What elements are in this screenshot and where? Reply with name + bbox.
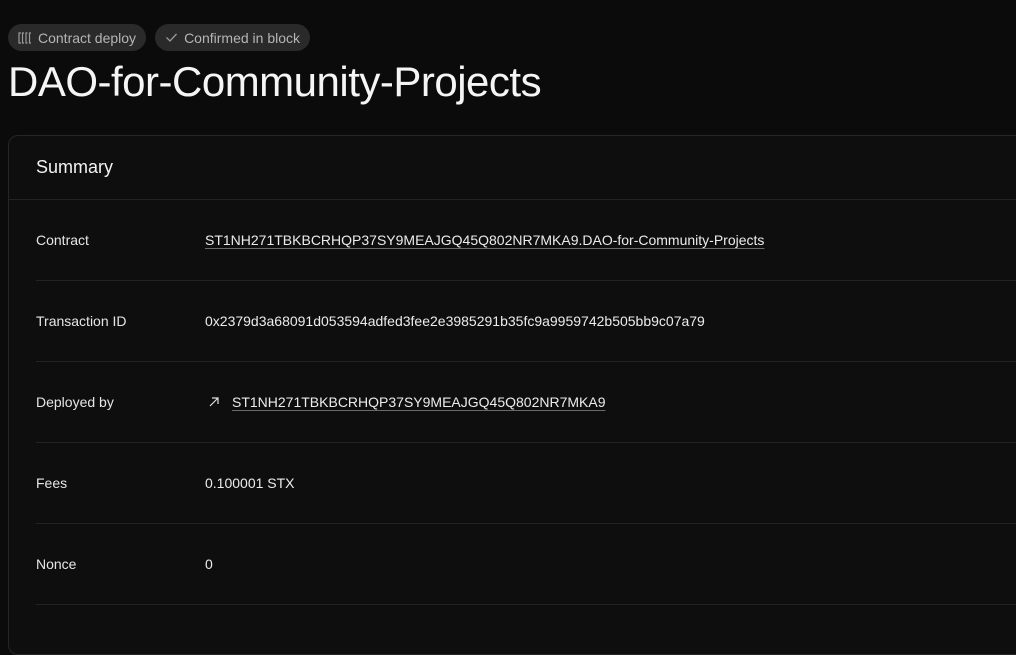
row-label: Fees	[36, 475, 68, 491]
nonce-value: 0	[205, 556, 213, 572]
summary-header: Summary	[9, 136, 1016, 200]
summary-row-fees: Fees 0.100001 STX	[36, 443, 1016, 524]
summary-row-transaction-id: Transaction ID 0x2379d3a68091d053594adfe…	[36, 281, 1016, 362]
badge-label: Contract deploy	[38, 29, 137, 46]
arrow-up-right-icon	[205, 396, 222, 408]
summary-row-nonce: Nonce 0	[36, 524, 1016, 605]
confirmed-badge: Confirmed in block	[155, 24, 310, 51]
deployer-address-link[interactable]: ST1NH271TBKBCRHQP37SY9MEAJGQ45Q802NR7MKA…	[232, 394, 605, 410]
row-label: Nonce	[36, 556, 77, 572]
check-icon	[165, 32, 178, 43]
row-value: ST1NH271TBKBCRHQP37SY9MEAJGQ45Q802NR7MKA…	[205, 394, 605, 410]
status-badges: Contract deploy Confirmed in block	[8, 24, 310, 51]
summary-rows: Contract ST1NH271TBKBCRHQP37SY9MEAJGQ45Q…	[9, 200, 1016, 605]
summary-row-deployed-by: Deployed by ST1NH271TBKBCRHQP37SY9MEAJGQ…	[36, 362, 1016, 443]
code-brackets-icon	[18, 31, 32, 44]
transaction-id-value: 0x2379d3a68091d053594adfed3fee2e3985291b…	[205, 313, 705, 329]
row-label: Deployed by	[36, 394, 114, 410]
fees-value: 0.100001 STX	[205, 475, 295, 491]
contract-link[interactable]: ST1NH271TBKBCRHQP37SY9MEAJGQ45Q802NR7MKA…	[205, 232, 764, 248]
row-label: Contract	[36, 232, 89, 248]
row-label: Transaction ID	[36, 313, 127, 329]
contract-deploy-badge: Contract deploy	[8, 24, 147, 51]
badge-label: Confirmed in block	[184, 29, 300, 46]
page-title: DAO-for-Community-Projects	[8, 58, 542, 105]
summary-row-contract: Contract ST1NH271TBKBCRHQP37SY9MEAJGQ45Q…	[36, 200, 1016, 281]
summary-card: Summary Contract ST1NH271TBKBCRHQP37SY9M…	[8, 135, 1016, 655]
row-value: ST1NH271TBKBCRHQP37SY9MEAJGQ45Q802NR7MKA…	[205, 232, 764, 248]
summary-title: Summary	[36, 157, 114, 177]
